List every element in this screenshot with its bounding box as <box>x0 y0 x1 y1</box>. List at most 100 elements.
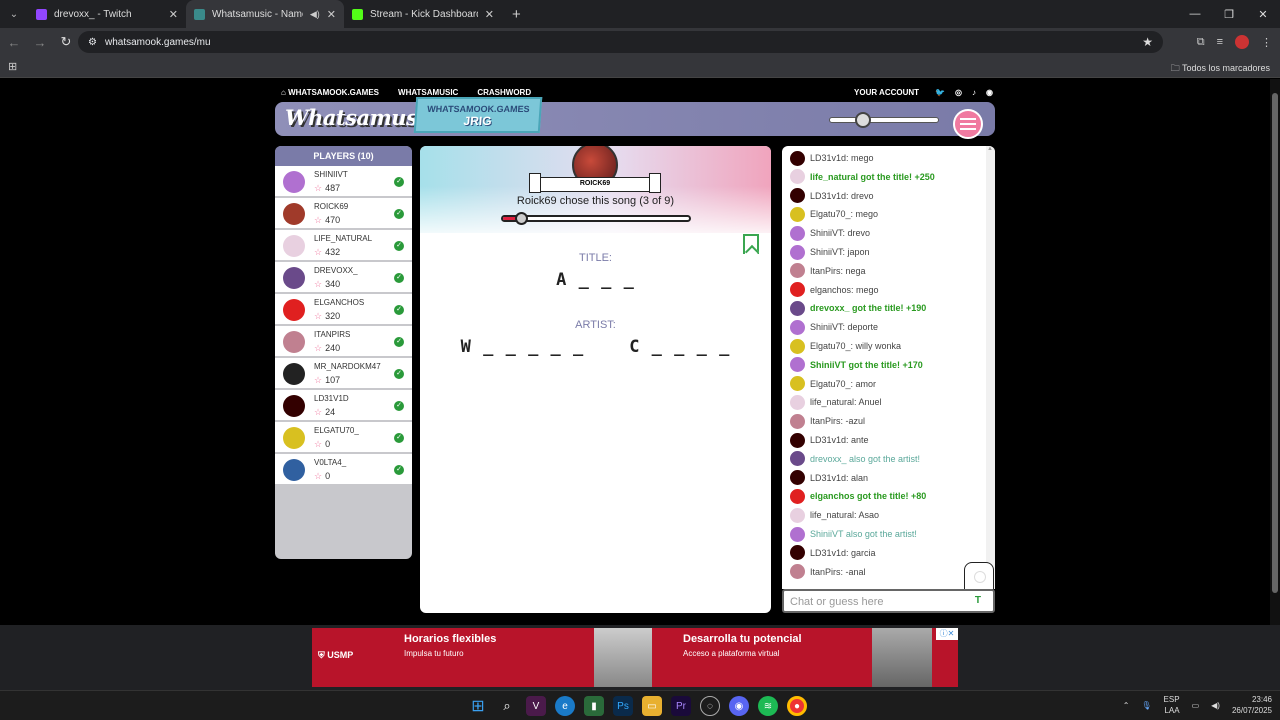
volume-icon[interactable]: ◀) <box>1211 701 1220 710</box>
player-row[interactable]: ROICK69 ☆ 470 ✓ <box>275 198 412 230</box>
twitch-icon <box>36 8 47 20</box>
player-row[interactable]: ITANPIRS ☆ 240 ✓ <box>275 326 412 358</box>
back-icon[interactable]: ← <box>2 35 26 50</box>
close-tab-icon[interactable]: ✕ <box>327 8 336 21</box>
app-icon[interactable]: ▮ <box>584 696 604 716</box>
player-avatar <box>283 299 305 321</box>
chat-scrollbar[interactable] <box>986 146 995 589</box>
chat-text: LD31v1d: mego <box>810 153 874 163</box>
player-row[interactable]: LD31V1D ☆ 24 ✓ <box>275 390 412 422</box>
extensions-icon[interactable]: ⧉ <box>1197 36 1205 49</box>
tab-title: Stream - Kick Dashboard <box>370 8 478 20</box>
ad-banner[interactable]: ⛨ USMP Horarios flexibles Impulsa tu fut… <box>312 628 958 687</box>
kick-icon <box>352 8 363 20</box>
player-score: ☆ 240 <box>314 343 340 354</box>
send-button[interactable]: T <box>975 595 981 606</box>
language-indicator[interactable]: ESP LAA <box>1164 694 1180 716</box>
star-icon: ☆ <box>314 439 323 449</box>
chat-text: drevoxx_ got the title! +190 <box>810 303 927 314</box>
your-account-link[interactable]: YOUR ACCOUNT <box>854 88 919 97</box>
chevron-up-icon[interactable]: ⌃ <box>1123 701 1130 710</box>
chat-avatar <box>790 488 805 504</box>
chat-input[interactable] <box>790 594 970 610</box>
close-tab-icon[interactable]: ✕ <box>485 8 494 21</box>
nav-whatsamusic[interactable]: WHATSAMUSIC <box>398 88 458 97</box>
discord-icon[interactable]: ◉ <box>729 696 749 716</box>
chat-message: LD31v1d: mego <box>790 150 874 166</box>
chrome-icon[interactable]: ● <box>787 696 807 716</box>
tiktok-icon[interactable]: ♪ <box>972 88 976 97</box>
whatsamusic-icon <box>194 8 205 20</box>
new-tab-button[interactable]: + <box>512 6 521 23</box>
player-avatar <box>283 459 305 481</box>
bookmark-star-icon[interactable]: ★ <box>1142 35 1153 49</box>
close-tab-icon[interactable]: ✕ <box>169 8 178 21</box>
ad-sub-1: Impulsa tu futuro <box>404 649 464 658</box>
minimize-icon[interactable]: — <box>1178 0 1212 28</box>
tab-whatsamusic[interactable]: Whatsamusic - Name That ◀) ✕ <box>186 0 344 28</box>
premiere-icon[interactable]: Pr <box>671 696 691 716</box>
forward-icon[interactable]: → <box>28 35 52 50</box>
tab-search-icon[interactable]: ⌄ <box>0 0 28 28</box>
search-icon[interactable]: ⌕ <box>497 696 517 716</box>
photoshop-icon[interactable]: Ps <box>613 696 633 716</box>
instagram-icon[interactable]: ◎ <box>955 88 962 97</box>
bookmark-icon[interactable] <box>743 234 759 254</box>
player-row[interactable]: ELGATU70_ ☆ 0 ✓ <box>275 422 412 454</box>
ad-image-2 <box>872 628 932 687</box>
twitter-icon[interactable]: 🐦 <box>935 88 945 97</box>
player-row[interactable]: MR_NARDOKM47 ☆ 107 ✓ <box>275 358 412 390</box>
apps-grid-icon[interactable]: ⊞ <box>8 60 17 73</box>
player-row[interactable]: V0LTA4_ ☆ 0 ✓ <box>275 454 412 486</box>
nav-home[interactable]: ⌂ WHATSAMOOK.GAMES <box>281 88 379 97</box>
ad-close-icon[interactable]: ⓘ✕ <box>936 628 958 640</box>
folder-icon[interactable]: ▭ <box>642 696 662 716</box>
artist-hint: W _ _ _ _ _ C _ _ _ _ <box>460 337 731 357</box>
spotify-icon[interactable]: ≋ <box>758 696 778 716</box>
media-icon[interactable]: ≡ <box>1217 36 1223 48</box>
chat-panel: LD31v1d: mego life_natural got the title!… <box>782 146 995 589</box>
player-row[interactable]: ELGANCHOS ☆ 320 ✓ <box>275 294 412 326</box>
chat-scroll-button[interactable] <box>964 562 994 590</box>
star-icon: ☆ <box>314 183 323 193</box>
profile-avatar[interactable] <box>1235 35 1249 49</box>
address-bar[interactable]: ⚙ whatsamook.games/mu ★ <box>78 31 1163 53</box>
close-window-icon[interactable]: ✕ <box>1246 0 1280 28</box>
tab-twitch[interactable]: drevoxx_ - Twitch ✕ <box>28 0 186 28</box>
player-row[interactable]: DREVOXX_ ☆ 340 ✓ <box>275 262 412 294</box>
scrollbar-thumb[interactable] <box>1272 93 1278 593</box>
player-row[interactable]: SHINIIVT ☆ 487 ✓ <box>275 166 412 198</box>
game-panel: ROICK69 Roick69 chose this song (3 of 9)… <box>420 146 771 613</box>
maximize-icon[interactable]: ❐ <box>1212 0 1246 28</box>
star-icon: ☆ <box>314 215 323 225</box>
chat-text: ShiniiVT also got the artist! <box>810 529 917 539</box>
volume-slider[interactable] <box>829 112 939 128</box>
clock[interactable]: 23:46 26/07/2025 <box>1232 694 1272 716</box>
discord-icon[interactable]: ◉ <box>986 88 993 97</box>
chat-message: LD31v1d: drevo <box>790 188 874 204</box>
volume-knob[interactable] <box>855 112 871 128</box>
microphone-icon[interactable]: 🎙 <box>1141 701 1151 710</box>
chat-avatar <box>790 507 805 523</box>
player-score-value: 240 <box>325 343 341 353</box>
windows-taskbar: ⊞ ⌕ V e ▮ Ps ▭ Pr ◌ ◉ ≋ ● ⌃ 🎙 ESP LAA ▭ ◀… <box>0 690 1280 720</box>
site-info-icon[interactable]: ⚙ <box>88 37 97 48</box>
page-scrollbar[interactable] <box>1270 79 1280 625</box>
chat-text: LD31v1d: ante <box>810 435 869 445</box>
edge-icon[interactable]: e <box>555 696 575 716</box>
windows-start-icon[interactable]: ⊞ <box>468 696 488 716</box>
all-bookmarks[interactable]: 🗀 Todos los marcadores <box>1171 61 1270 77</box>
hamburger-menu-button[interactable] <box>953 109 983 139</box>
tab-kick[interactable]: Stream - Kick Dashboard ✕ <box>344 0 502 28</box>
reload-icon[interactable]: ↻ <box>54 34 78 50</box>
player-score: ☆ 24 <box>314 407 335 418</box>
more-menu-icon[interactable]: ⋮ <box>1261 36 1272 49</box>
room-badge: WHATSAMOOK.GAMES JRIG <box>413 97 543 133</box>
app-icon[interactable]: V <box>526 696 546 716</box>
network-icon[interactable]: ▭ <box>1192 701 1200 710</box>
speaker-icon[interactable]: ◀) <box>310 9 320 20</box>
nav-crashword[interactable]: CRASHWORD <box>477 88 531 97</box>
chat-avatar <box>790 282 805 298</box>
app-icon[interactable]: ◌ <box>700 696 720 716</box>
player-row[interactable]: LIFE_NATURAL ☆ 432 ✓ <box>275 230 412 262</box>
